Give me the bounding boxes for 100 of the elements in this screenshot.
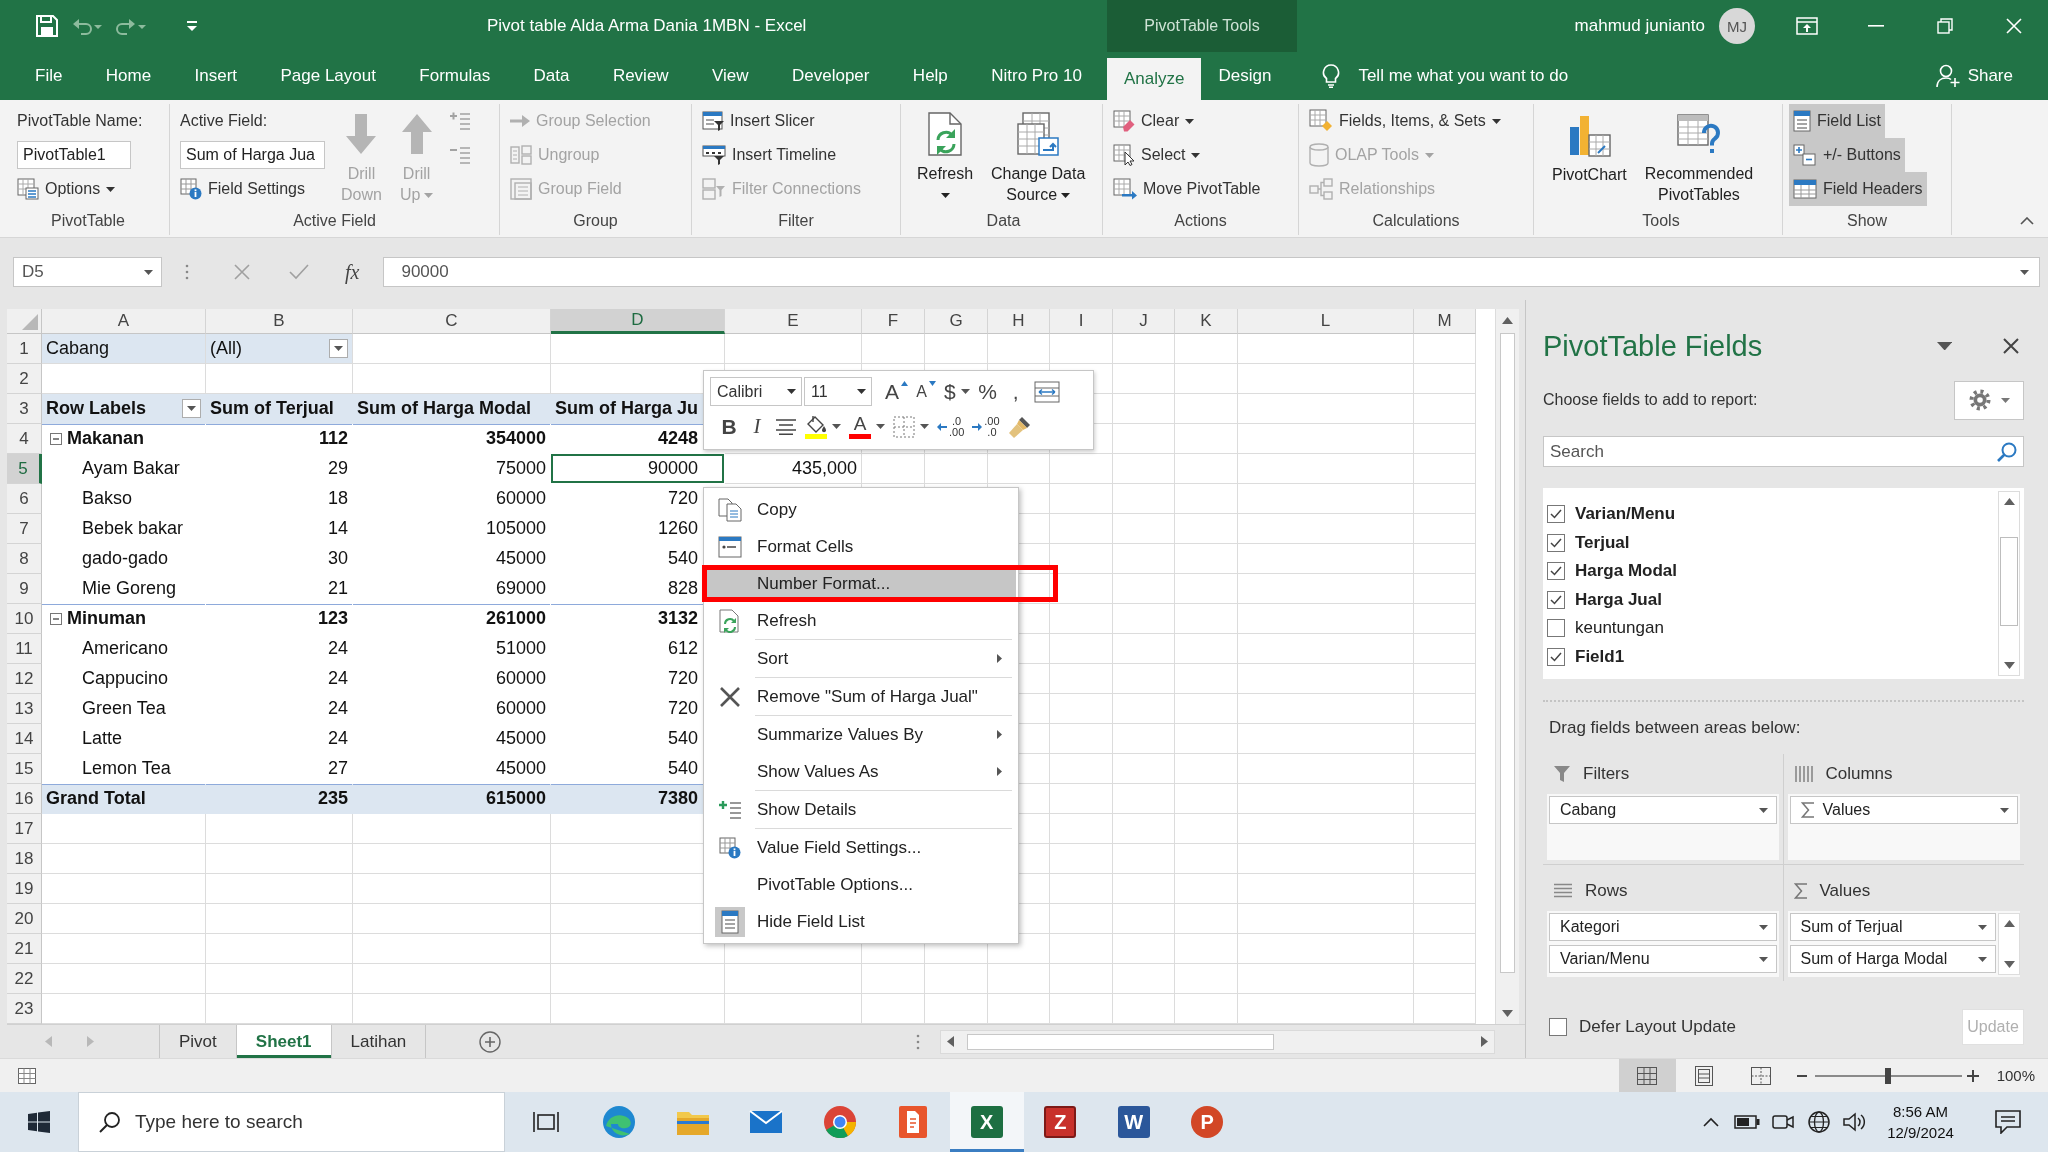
select-all-button[interactable] bbox=[7, 309, 42, 334]
table-cell[interactable] bbox=[1238, 604, 1414, 634]
ribbon-tab[interactable]: Analyze bbox=[1107, 58, 1202, 100]
table-cell[interactable] bbox=[1113, 394, 1175, 424]
row-header[interactable]: 20 bbox=[7, 904, 42, 934]
row-header[interactable]: 18 bbox=[7, 844, 42, 874]
table-cell[interactable] bbox=[1414, 724, 1476, 754]
table-cell[interactable] bbox=[1175, 874, 1238, 904]
menu-item[interactable]: Hide Field List bbox=[706, 903, 1016, 940]
table-cell[interactable] bbox=[1175, 724, 1238, 754]
row-header[interactable]: 2 bbox=[7, 364, 42, 394]
avatar[interactable]: MJ bbox=[1719, 8, 1755, 44]
slider-thumb[interactable] bbox=[1885, 1067, 1892, 1084]
column-header[interactable]: L bbox=[1238, 309, 1414, 334]
table-cell[interactable] bbox=[1238, 784, 1414, 814]
search-field[interactable]: Type here to search bbox=[135, 1111, 495, 1133]
collapse-ribbon-button[interactable] bbox=[2020, 217, 2034, 225]
filter-value[interactable]: (All) bbox=[206, 334, 353, 364]
table-cell[interactable] bbox=[1050, 604, 1113, 634]
table-cell[interactable] bbox=[551, 334, 725, 364]
column-heading[interactable]: Sum of Terjual bbox=[206, 394, 353, 424]
vertical-scrollbar[interactable] bbox=[1998, 491, 2020, 676]
ribbon-tab[interactable]: View bbox=[703, 52, 758, 100]
font-name-box[interactable]: Calibri bbox=[710, 377, 802, 406]
chevron-up-icon[interactable] bbox=[1703, 1117, 1719, 1127]
table-cell[interactable] bbox=[1414, 574, 1476, 604]
table-cell[interactable] bbox=[1414, 514, 1476, 544]
table-cell[interactable] bbox=[1050, 934, 1113, 964]
vertical-scrollbar[interactable] bbox=[1998, 913, 2020, 975]
table-cell[interactable] bbox=[353, 334, 551, 364]
zoom-level[interactable]: 100% bbox=[1996, 1067, 2035, 1084]
table-cell[interactable] bbox=[1414, 664, 1476, 694]
checkbox[interactable] bbox=[1547, 505, 1565, 524]
check-icon[interactable] bbox=[289, 264, 309, 280]
row-header[interactable]: 15 bbox=[7, 754, 42, 784]
field-chip[interactable]: Varian/Menu bbox=[1549, 945, 1777, 973]
column-header[interactable]: I bbox=[1050, 309, 1113, 334]
scroll-up-icon[interactable] bbox=[2003, 498, 2015, 505]
table-cell[interactable] bbox=[1175, 934, 1238, 964]
table-cell[interactable] bbox=[42, 814, 206, 844]
table-cell[interactable] bbox=[1050, 814, 1113, 844]
scroll-down-icon[interactable] bbox=[2003, 961, 2015, 968]
column-header[interactable]: A bbox=[42, 309, 206, 334]
ribbon-tab[interactable]: Insert bbox=[185, 52, 247, 100]
table-cell[interactable] bbox=[1414, 754, 1476, 784]
table-cell[interactable] bbox=[1050, 454, 1113, 484]
table-cell[interactable] bbox=[1175, 484, 1238, 514]
table-cell[interactable] bbox=[42, 994, 206, 1024]
checkbox[interactable] bbox=[1547, 619, 1565, 638]
table-cell[interactable] bbox=[862, 454, 925, 484]
table-cell[interactable] bbox=[206, 364, 353, 394]
table-cell[interactable] bbox=[1175, 754, 1238, 784]
table-cell[interactable] bbox=[206, 994, 353, 1024]
table-cell[interactable] bbox=[1238, 874, 1414, 904]
table-cell[interactable] bbox=[1414, 334, 1476, 364]
percent-button[interactable]: % bbox=[974, 376, 1001, 407]
row-header[interactable]: 11 bbox=[7, 634, 42, 664]
row-header[interactable]: 14 bbox=[7, 724, 42, 754]
timeline-button[interactable]: Insert Timeline bbox=[698, 138, 841, 172]
row-header[interactable]: 13 bbox=[7, 694, 42, 724]
sheet-tab[interactable]: Sheet1 bbox=[236, 1025, 332, 1058]
currency-button[interactable]: $ bbox=[941, 376, 973, 407]
table-cell[interactable] bbox=[1175, 904, 1238, 934]
table-cell[interactable] bbox=[1113, 664, 1175, 694]
collapse-icon[interactable] bbox=[50, 432, 62, 445]
field-chip[interactable]: Sum of Harga Modal bbox=[1789, 945, 1996, 973]
plus-icon[interactable] bbox=[1966, 1069, 1979, 1082]
slicer-button[interactable]: Insert Slicer bbox=[698, 104, 819, 138]
field-name[interactable]: Varian/Menu bbox=[1575, 504, 1676, 525]
table-cell[interactable] bbox=[206, 844, 353, 874]
table-cell[interactable] bbox=[42, 364, 206, 394]
decrease-decimal-button[interactable]: .00 .0 bbox=[969, 411, 1003, 442]
table-cell[interactable] bbox=[1050, 484, 1113, 514]
table-cell[interactable]: 435,000 bbox=[725, 454, 862, 484]
table-cell[interactable] bbox=[42, 934, 206, 964]
table-cell[interactable]: 235 bbox=[206, 784, 353, 814]
table-cell[interactable] bbox=[1238, 424, 1414, 454]
ribbon-tab[interactable]: File bbox=[26, 52, 72, 100]
select-button[interactable]: Select bbox=[1109, 138, 1205, 172]
table-cell[interactable] bbox=[1238, 454, 1414, 484]
table-cell[interactable] bbox=[1113, 544, 1175, 574]
cancel-icon[interactable] bbox=[234, 264, 250, 280]
table-cell[interactable] bbox=[1050, 574, 1113, 604]
filter-dropdown[interactable] bbox=[182, 399, 201, 418]
field-headers-toggle[interactable]: Field Headers bbox=[1789, 172, 1927, 206]
table-cell[interactable] bbox=[1238, 634, 1414, 664]
field-chip[interactable]: Values bbox=[1789, 796, 2018, 824]
table-cell[interactable] bbox=[206, 934, 353, 964]
next-sheet-icon[interactable] bbox=[87, 1036, 94, 1047]
battery-icon[interactable] bbox=[1734, 1115, 1760, 1129]
table-cell[interactable] bbox=[862, 334, 925, 364]
table-cell[interactable] bbox=[1238, 514, 1414, 544]
table-cell[interactable] bbox=[1414, 934, 1476, 964]
field-chip[interactable]: Sum of Terjual bbox=[1789, 913, 1996, 941]
table-cell[interactable] bbox=[353, 994, 551, 1024]
table-cell[interactable] bbox=[1113, 634, 1175, 664]
field-chip[interactable]: Cabang bbox=[1549, 796, 1777, 824]
table-cell[interactable] bbox=[206, 874, 353, 904]
table-cell[interactable] bbox=[1414, 604, 1476, 634]
taskbar-app[interactable]: P bbox=[1170, 1092, 1244, 1152]
